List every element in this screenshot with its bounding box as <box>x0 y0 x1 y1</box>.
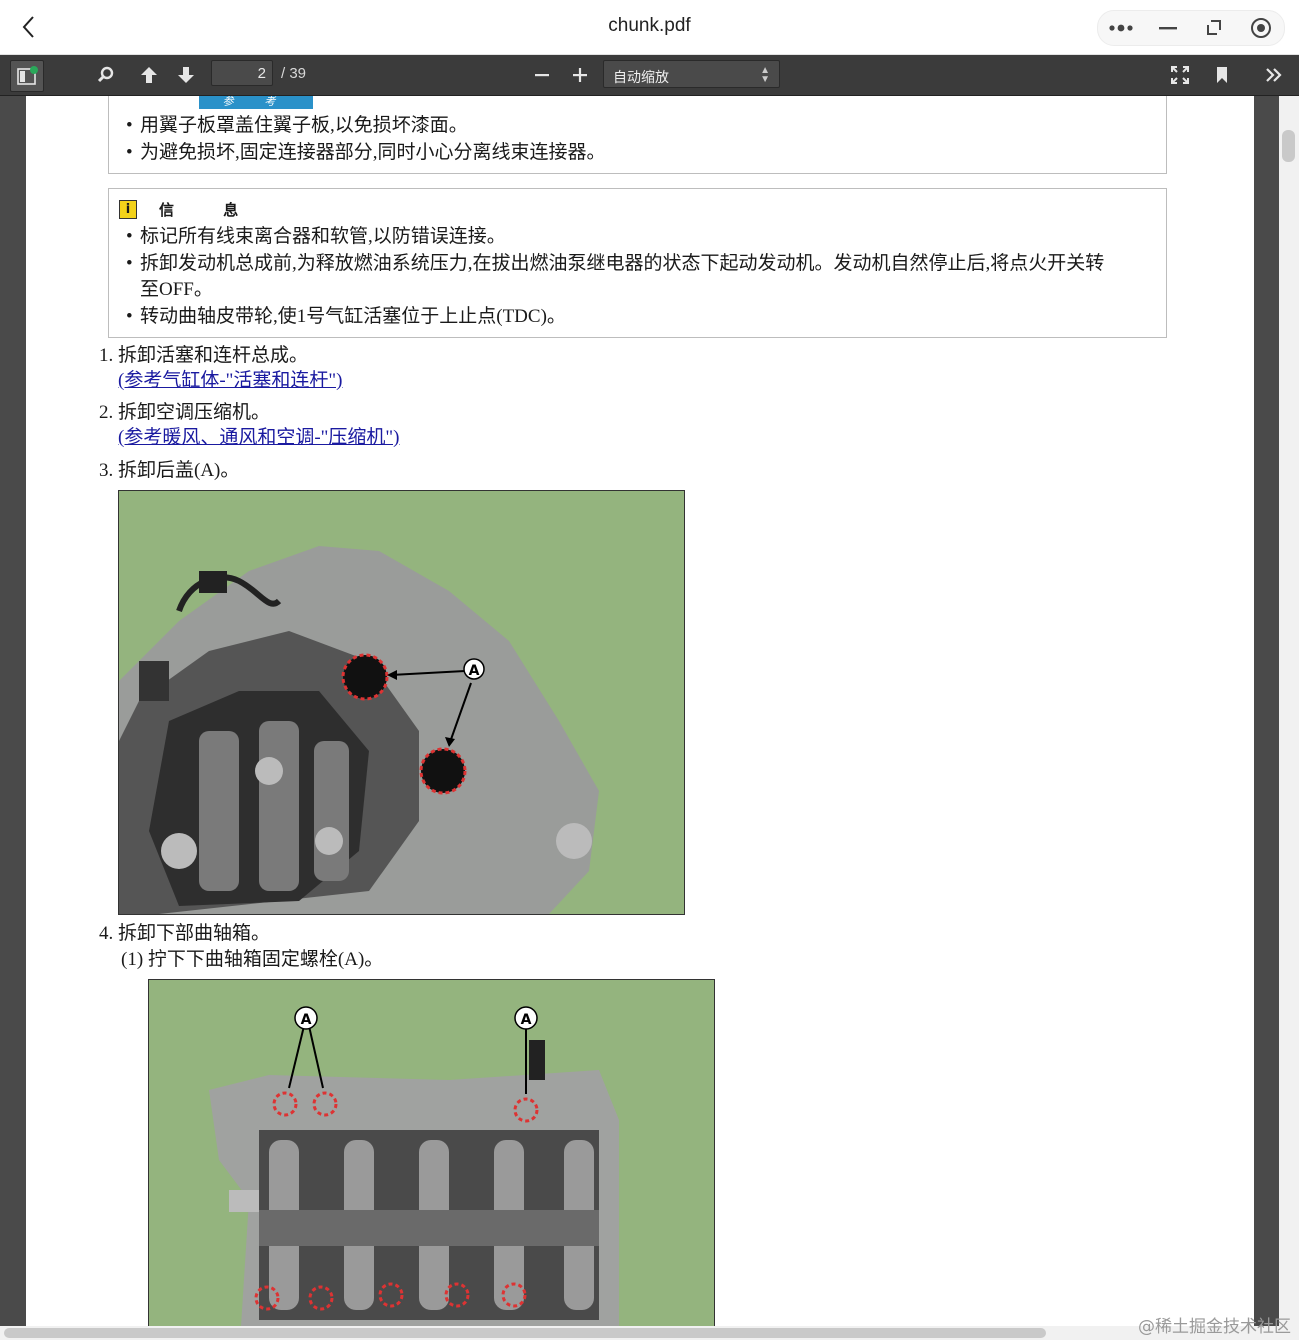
info-bullet: • 标记所有线束离合器和软管,以防错误连接。 <box>126 226 506 247</box>
minimize-icon <box>1158 27 1177 30</box>
info-bullet: • 拆卸发动机总成前,为释放燃油系统压力,在拔出燃油泵继电器的状态下起动发动机。发… <box>126 253 1105 274</box>
find-button[interactable] <box>92 61 120 89</box>
restore-icon <box>1207 20 1222 35</box>
info-header: i 信 息 <box>119 198 260 220</box>
select-arrows-icon: ▲ ▼ <box>760 65 770 85</box>
more-icon <box>1109 24 1133 32</box>
more-button[interactable] <box>1105 14 1137 42</box>
step-1-reference-link[interactable]: (参考气缸体-"活塞和连杆") <box>118 369 343 393</box>
arrow-down-icon <box>178 67 194 83</box>
previous-page-button[interactable] <box>135 61 163 89</box>
tools-menu-button[interactable] <box>1260 61 1288 89</box>
engine-rear-cover-image: A <box>119 546 599 914</box>
step-3: 3. 拆卸后盖(A)。 <box>99 460 240 481</box>
pdf-page: 参 考 • 用翼子板罩盖住翼子板,以免损坏漆面。 • 为避免损坏,固定连接器部分,同… <box>26 96 1254 1340</box>
horizontal-scrollbar-thumb[interactable] <box>4 1328 1046 1338</box>
step-4-substep-1: (1) 拧下下曲轴箱固定螺栓(A)。 <box>121 949 384 970</box>
search-icon <box>97 66 114 83</box>
zoom-select-value: 自动缩放 <box>613 70 669 86</box>
fullscreen-icon <box>1171 66 1189 84</box>
page-count: / 39 <box>281 65 307 82</box>
info-bullet-continuation: 至OFF。 <box>140 279 213 300</box>
sidebar-toggle-button[interactable] <box>10 60 44 92</box>
double-chevron-right-icon <box>1266 68 1282 82</box>
zoom-out-button[interactable] <box>528 61 556 89</box>
zoom-select[interactable]: 自动缩放 ▲ ▼ <box>603 60 780 88</box>
notification-dot <box>30 66 38 74</box>
zoom-in-button[interactable] <box>566 61 594 89</box>
horizontal-scrollbar[interactable] <box>0 1326 1299 1340</box>
info-title: 信 息 <box>159 200 261 219</box>
rear-cover-figure: A <box>118 490 685 915</box>
window-controls <box>1097 10 1285 46</box>
site-watermark: @稀土掘金技术社区 <box>1138 1317 1291 1337</box>
step-2: 2. 拆卸空调压缩机。 <box>99 402 271 423</box>
bookmark-icon <box>1217 67 1227 83</box>
close-button[interactable] <box>1245 14 1277 42</box>
info-bullet: • 转动曲轴皮带轮,使1号气缸活塞位于上止点(TDC)。 <box>126 306 566 327</box>
presentation-mode-button[interactable] <box>1166 61 1194 89</box>
callout-label: A <box>469 663 480 679</box>
next-page-button[interactable] <box>172 61 200 89</box>
step-1: 1. 拆卸活塞和连杆总成。 <box>99 345 309 366</box>
minimize-button[interactable] <box>1152 14 1184 42</box>
engine-lower-crankcase-image: A A <box>209 1006 619 1340</box>
plus-icon <box>573 68 587 82</box>
step-2-reference-link[interactable]: (参考暖风、通风和空调-"压缩机") <box>118 426 400 450</box>
sidebar-icon <box>17 66 38 85</box>
window-titlebar: chunk.pdf <box>0 0 1299 55</box>
close-circle-icon <box>1250 18 1271 38</box>
note-tag: 参 考 <box>199 96 313 109</box>
callout-label-left: A <box>301 1012 312 1028</box>
note-bullet: • 用翼子板罩盖住翼子板,以免损坏漆面。 <box>126 115 468 136</box>
vertical-scrollbar-thumb[interactable] <box>1282 130 1295 162</box>
step-4: 4. 拆卸下部曲轴箱。 <box>99 923 271 944</box>
restore-button[interactable] <box>1198 14 1230 42</box>
arrow-up-icon <box>141 67 157 83</box>
bookmark-button[interactable] <box>1208 61 1236 89</box>
page-number-input[interactable] <box>211 60 273 86</box>
note-bullet: • 为避免损坏,固定连接器部分,同时小心分离线束连接器。 <box>126 142 606 163</box>
info-icon: i <box>119 199 137 219</box>
lower-crankcase-figure: A A <box>148 979 715 1340</box>
vertical-scrollbar[interactable] <box>1279 96 1299 1326</box>
document-viewer[interactable]: 参 考 • 用翼子板罩盖住翼子板,以免损坏漆面。 • 为避免损坏,固定连接器部分,同… <box>0 96 1299 1340</box>
minus-icon <box>535 74 549 77</box>
callout-label-right: A <box>521 1012 532 1028</box>
